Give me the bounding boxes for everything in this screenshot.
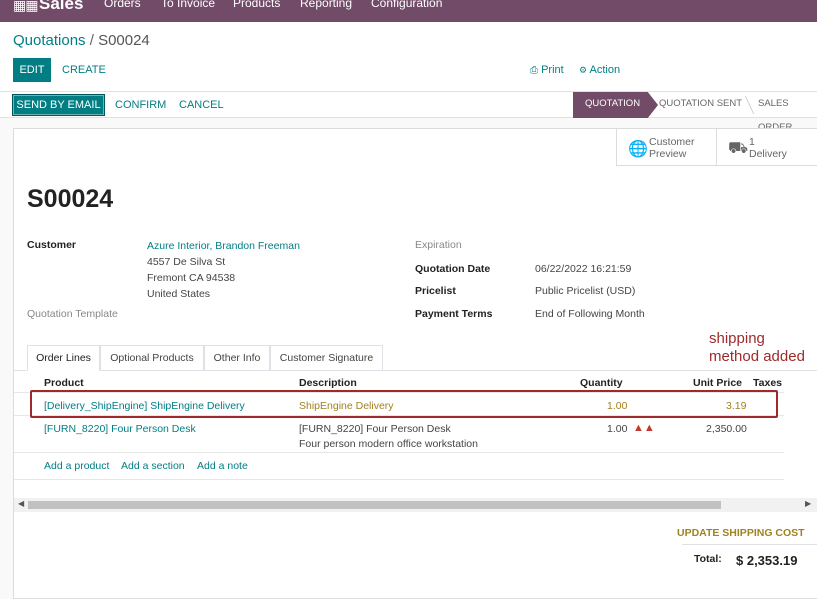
row2-unit-price[interactable]: 2,350.00: [706, 423, 747, 435]
annotation-line-1: shipping: [709, 330, 765, 347]
status-quotation: QUOTATION: [573, 92, 658, 118]
col-product[interactable]: Product: [44, 377, 84, 389]
scroll-left-icon[interactable]: ◀: [18, 499, 24, 508]
form-sheet: 🌐 Customer Preview ⛟ 1 Delivery S00024 C…: [13, 128, 817, 599]
action-label: Action: [589, 64, 621, 76]
horizontal-scrollbar[interactable]: ◀ ▶: [14, 498, 817, 512]
add-product-link[interactable]: Add a product: [44, 460, 109, 472]
breadcrumb-quotations[interactable]: Quotations: [13, 32, 86, 49]
quotation-date-label: Quotation Date: [415, 263, 491, 275]
control-panel: Quotations / S00024 EDIT CREATE ⎙ Print …: [0, 22, 817, 92]
total-divider: [682, 544, 817, 545]
col-description[interactable]: Description: [299, 377, 357, 389]
edit-button[interactable]: EDIT: [13, 58, 51, 82]
menu-configuration[interactable]: Configuration: [371, 0, 442, 10]
pricelist-field[interactable]: Public Pricelist (USD): [535, 285, 635, 297]
print-label: Print: [541, 64, 564, 76]
print-icon: ⎙: [530, 65, 538, 76]
cancel-button[interactable]: CANCEL: [179, 99, 224, 111]
address-city: Fremont CA 94538: [147, 272, 236, 284]
form-header: SEND BY EMAIL CONFIRM CANCEL QUOTATION Q…: [0, 92, 817, 133]
scroll-right-icon[interactable]: ▶: [805, 499, 811, 508]
preview-label-1: Customer: [649, 136, 695, 148]
customer-label: Customer: [27, 239, 77, 251]
row2-description-detail: Four person modern office workstation: [299, 438, 478, 450]
tab-order-lines[interactable]: Order Lines: [27, 345, 100, 371]
menu-reporting[interactable]: Reporting: [300, 0, 352, 10]
menu-to-invoice[interactable]: To Invoice: [161, 0, 215, 10]
total-label: Total:: [694, 553, 722, 565]
delivery-label: Delivery: [749, 148, 787, 160]
create-button[interactable]: CREATE: [62, 64, 106, 76]
breadcrumb-current: S00024: [98, 32, 150, 49]
row2-description[interactable]: [FURN_8220] Four Person Desk: [299, 423, 451, 435]
print-button[interactable]: ⎙ Print: [530, 64, 564, 76]
total-value: $ 2,353.19: [736, 553, 798, 568]
tab-optional-products[interactable]: Optional Products: [100, 345, 204, 371]
payment-terms-label: Payment Terms: [415, 308, 493, 320]
action-button[interactable]: ⚙ Action: [579, 64, 620, 76]
record-title: S00024: [27, 185, 114, 213]
payment-terms-field[interactable]: End of Following Month: [535, 308, 645, 320]
globe-icon: 🌐: [628, 141, 648, 158]
row-divider: [14, 415, 784, 416]
pricelist-label: Pricelist: [415, 285, 456, 297]
gear-icon: ⚙: [579, 65, 588, 75]
address-country: United States: [147, 288, 211, 300]
forecast-chart-icon[interactable]: ▲▲: [633, 422, 655, 434]
menu-orders[interactable]: Orders: [104, 0, 141, 10]
status-quotation-sent[interactable]: QUOTATION SENT: [659, 92, 742, 118]
tab-other-info[interactable]: Other Info: [204, 345, 270, 371]
table-bottom-divider: [14, 479, 784, 480]
annotation-text: shipping method added: [709, 330, 805, 366]
breadcrumb: Quotations / S00024: [13, 32, 150, 49]
quotation-date-field[interactable]: 06/22/2022 16:21:59: [535, 263, 631, 275]
breadcrumb-separator: /: [89, 32, 94, 49]
update-shipping-cost-button[interactable]: UPDATE SHIPPING COST: [677, 527, 805, 539]
col-unit-price[interactable]: Unit Price: [693, 377, 742, 389]
row2-quantity[interactable]: 1.00: [607, 423, 627, 435]
menu-products[interactable]: Products: [233, 0, 280, 10]
row1-description[interactable]: ShipEngine Delivery: [299, 400, 394, 412]
add-section-link[interactable]: Add a section: [121, 460, 185, 472]
top-navbar: ▦▦ Sales Orders To Invoice Products Repo…: [0, 0, 817, 22]
scrollbar-thumb[interactable]: [28, 501, 721, 509]
row-divider: [14, 452, 784, 453]
app-name[interactable]: Sales: [39, 0, 83, 14]
apps-grid-icon[interactable]: ▦▦: [13, 0, 38, 14]
truck-icon: ⛟: [728, 140, 749, 157]
status-sales-order[interactable]: SALES ORDER: [758, 92, 817, 133]
preview-label-2: Preview: [649, 148, 687, 160]
row1-quantity[interactable]: 1.00: [607, 400, 627, 412]
address-street: 4557 De Silva St: [147, 256, 226, 268]
quotation-template-label: Quotation Template: [27, 308, 118, 320]
delivery-count: 1: [749, 136, 755, 148]
annotation-line-2: method added: [709, 348, 805, 365]
row1-product[interactable]: [Delivery_ShipEngine] ShipEngine Deliver…: [44, 400, 245, 412]
col-taxes[interactable]: Taxes: [753, 377, 782, 389]
row1-unit-price[interactable]: 3.19: [726, 400, 746, 412]
add-note-link[interactable]: Add a note: [197, 460, 248, 472]
tab-customer-signature[interactable]: Customer Signature: [270, 345, 383, 371]
row2-product[interactable]: [FURN_8220] Four Person Desk: [44, 423, 196, 435]
customer-field[interactable]: Azure Interior, Brandon Freeman: [147, 240, 300, 252]
customer-preview-button[interactable]: 🌐 Customer Preview: [616, 129, 716, 166]
expiration-label: Expiration: [415, 239, 462, 251]
col-quantity[interactable]: Quantity: [580, 377, 623, 389]
header-divider: [14, 392, 784, 393]
confirm-button[interactable]: CONFIRM: [115, 99, 166, 111]
delivery-button[interactable]: ⛟ 1 Delivery: [716, 129, 817, 166]
send-by-email-button[interactable]: SEND BY EMAIL: [12, 94, 105, 116]
